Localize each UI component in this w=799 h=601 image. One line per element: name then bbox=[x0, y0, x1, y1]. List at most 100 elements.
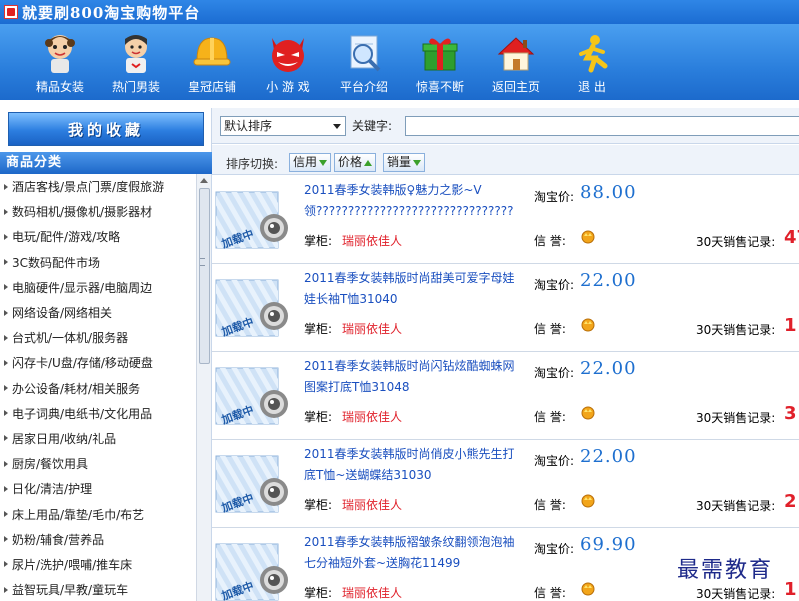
price-value: 88.00 bbox=[580, 182, 637, 203]
app-window: 就要刷800淘宝购物平台 精品女装 热门男装 皇冠店铺 小 游 戏 平台介绍 惊… bbox=[0, 0, 799, 601]
category-header: 商品分类 bbox=[0, 152, 212, 174]
product-row: 加载中 2011春季女装韩版时尚俏皮小熊先生打底T恤~送蝴蝶结31030 掌柜:… bbox=[212, 440, 799, 528]
crown-icon bbox=[580, 580, 596, 596]
sort-price-label: 价格 bbox=[338, 155, 363, 169]
category-label: 闪存卡/U盘/存储/移动硬盘 bbox=[12, 356, 153, 371]
credit-label: 信 誉: bbox=[534, 410, 566, 424]
product-title-link[interactable]: 2011春季女装韩版时尚甜美可爱字母娃娃长袖T恤31040 bbox=[304, 268, 516, 310]
seller-name-link[interactable]: 瑞丽依佳人 bbox=[342, 584, 402, 601]
sales-label: 30天销售记录: bbox=[696, 499, 776, 513]
seller-label: 掌柜: bbox=[304, 234, 333, 248]
category-item[interactable]: 电玩/配件/游戏/攻略 bbox=[0, 224, 196, 249]
loading-thumbnail-icon[interactable]: 加载中 bbox=[214, 446, 298, 520]
dropdown-arrow-icon bbox=[333, 124, 341, 129]
category-label: 益智玩具/早教/童玩车 bbox=[12, 583, 129, 598]
category-label: 日化/清洁/护理 bbox=[12, 482, 93, 497]
toolbar-item-womens-wear[interactable]: 精品女装 bbox=[22, 24, 98, 100]
price-value: 22.00 bbox=[580, 358, 637, 379]
category-item[interactable]: 厨房/餐饮用具 bbox=[0, 451, 196, 476]
devil-icon bbox=[265, 30, 311, 76]
price-label: 淘宝价: bbox=[534, 454, 575, 468]
window-title: 就要刷800淘宝购物平台 bbox=[22, 3, 201, 22]
category-item[interactable]: 尿片/洗护/喂哺/推车床 bbox=[0, 552, 196, 577]
category-item[interactable]: 网络设备/网络相关 bbox=[0, 300, 196, 325]
toolbar-label: 小 游 戏 bbox=[266, 80, 310, 94]
category-item[interactable]: 电子词典/电纸书/文化用品 bbox=[0, 401, 196, 426]
credit-label: 信 誉: bbox=[534, 234, 566, 248]
toolbar-item-crown-stores[interactable]: 皇冠店铺 bbox=[174, 24, 250, 100]
category-label: 酒店客栈/景点门票/度假旅游 bbox=[12, 180, 165, 195]
product-title-link[interactable]: 2011春季女装韩版♀魅力之影~V领??????????????????????… bbox=[304, 180, 516, 222]
triangle-right-icon bbox=[4, 259, 8, 266]
loading-thumbnail-icon[interactable]: 加载中 bbox=[214, 270, 298, 344]
category-label: 办公设备/耗材/相关服务 bbox=[12, 381, 141, 396]
credit-label: 信 誉: bbox=[534, 322, 566, 336]
category-item[interactable]: 闪存卡/U盘/存储/移动硬盘 bbox=[0, 350, 196, 375]
sort-credit-label: 信用 bbox=[293, 155, 318, 169]
category-item[interactable]: 电脑硬件/显示器/电脑周边 bbox=[0, 275, 196, 300]
loading-thumbnail-icon[interactable]: 加载中 bbox=[214, 182, 298, 256]
credit-label: 信 誉: bbox=[534, 586, 566, 600]
seller-name-link[interactable]: 瑞丽依佳人 bbox=[342, 232, 402, 249]
sales-count: 2 bbox=[784, 491, 797, 512]
seller-label: 掌柜: bbox=[304, 322, 333, 336]
category-scrollbar[interactable] bbox=[196, 174, 211, 601]
seller-name-link[interactable]: 瑞丽依佳人 bbox=[342, 408, 402, 425]
category-item[interactable]: 日化/清洁/护理 bbox=[0, 476, 196, 501]
triangle-right-icon bbox=[4, 208, 8, 215]
sort-by-credit-button[interactable]: 信用 bbox=[289, 153, 332, 172]
title-bar: 就要刷800淘宝购物平台 bbox=[0, 0, 799, 24]
category-list: 酒店客栈/景点门票/度假旅游 数码相机/摄像机/摄影器材 电玩/配件/游戏/攻略… bbox=[0, 174, 196, 601]
toolbar-item-exit[interactable]: 退 出 bbox=[554, 24, 630, 100]
watermark: 最需教育 bbox=[677, 558, 774, 583]
sort-order-select[interactable]: 默认排序 bbox=[220, 116, 346, 136]
category-item[interactable]: 奶粉/辅食/营养品 bbox=[0, 527, 196, 552]
seller-name-link[interactable]: 瑞丽依佳人 bbox=[342, 496, 402, 513]
toolbar-item-home[interactable]: 返回主页 bbox=[478, 24, 554, 100]
sort-by-price-button[interactable]: 价格 bbox=[334, 153, 377, 172]
price-value: 69.90 bbox=[580, 534, 637, 555]
arrow-down-icon bbox=[319, 159, 328, 166]
category-item[interactable]: 办公设备/耗材/相关服务 bbox=[0, 376, 196, 401]
product-title-link[interactable]: 2011春季女装韩版时尚俏皮小熊先生打底T恤~送蝴蝶结31030 bbox=[304, 444, 516, 486]
triangle-right-icon bbox=[4, 233, 8, 240]
seller-label: 掌柜: bbox=[304, 498, 333, 512]
category-item[interactable]: 数码相机/摄像机/摄影器材 bbox=[0, 199, 196, 224]
magnifier-icon bbox=[341, 30, 387, 76]
price-value: 22.00 bbox=[580, 446, 637, 467]
girl-icon bbox=[37, 30, 83, 76]
category-item[interactable]: 3C数码配件市场 bbox=[0, 250, 196, 275]
home-icon bbox=[493, 30, 539, 76]
product-title-link[interactable]: 2011春季女装韩版褶皱条纹翻领泡泡袖七分袖短外套~送胸花11499 bbox=[304, 532, 516, 574]
arrow-up-icon bbox=[364, 159, 373, 166]
sales-count: 3 bbox=[784, 403, 797, 424]
scrollbar-thumb[interactable] bbox=[199, 188, 210, 364]
triangle-right-icon bbox=[4, 334, 8, 341]
keyword-input[interactable] bbox=[405, 116, 799, 136]
my-favorites-button[interactable]: 我的收藏 bbox=[8, 112, 204, 146]
toolbar-item-platform-intro[interactable]: 平台介绍 bbox=[326, 24, 402, 100]
loading-thumbnail-icon[interactable]: 加载中 bbox=[214, 358, 298, 432]
crown-icon bbox=[580, 316, 596, 332]
scrollbar-grip-icon bbox=[200, 258, 205, 266]
triangle-right-icon bbox=[4, 410, 8, 417]
category-label: 电子词典/电纸书/文化用品 bbox=[12, 406, 153, 421]
main-toolbar: 精品女装 热门男装 皇冠店铺 小 游 戏 平台介绍 惊喜不断 返回主页 退 出 bbox=[0, 24, 799, 100]
toolbar-item-mini-games[interactable]: 小 游 戏 bbox=[250, 24, 326, 100]
sort-by-sales-button[interactable]: 销量 bbox=[383, 153, 426, 172]
category-item[interactable]: 酒店客栈/景点门票/度假旅游 bbox=[0, 174, 196, 199]
category-item[interactable]: 益智玩具/早教/童玩车 bbox=[0, 577, 196, 601]
category-item[interactable]: 床上用品/靠垫/毛巾/布艺 bbox=[0, 501, 196, 526]
loading-thumbnail-icon[interactable]: 加载中 bbox=[214, 534, 298, 601]
category-item[interactable]: 居家日用/收纳/礼品 bbox=[0, 426, 196, 451]
scroll-up-arrow-icon[interactable] bbox=[200, 178, 208, 183]
price-label: 淘宝价: bbox=[534, 366, 575, 380]
category-item[interactable]: 台式机/一体机/服务器 bbox=[0, 325, 196, 350]
toolbar-item-mens-wear[interactable]: 热门男装 bbox=[98, 24, 174, 100]
category-label: 厨房/餐饮用具 bbox=[12, 457, 89, 472]
toolbar-item-surprises[interactable]: 惊喜不断 bbox=[402, 24, 478, 100]
product-title-link[interactable]: 2011春季女装韩版时尚闪钻炫酷蜘蛛网图案打底T恤31048 bbox=[304, 356, 516, 398]
toolbar-label: 惊喜不断 bbox=[415, 80, 464, 94]
triangle-right-icon bbox=[4, 359, 8, 366]
seller-name-link[interactable]: 瑞丽依佳人 bbox=[342, 320, 402, 337]
